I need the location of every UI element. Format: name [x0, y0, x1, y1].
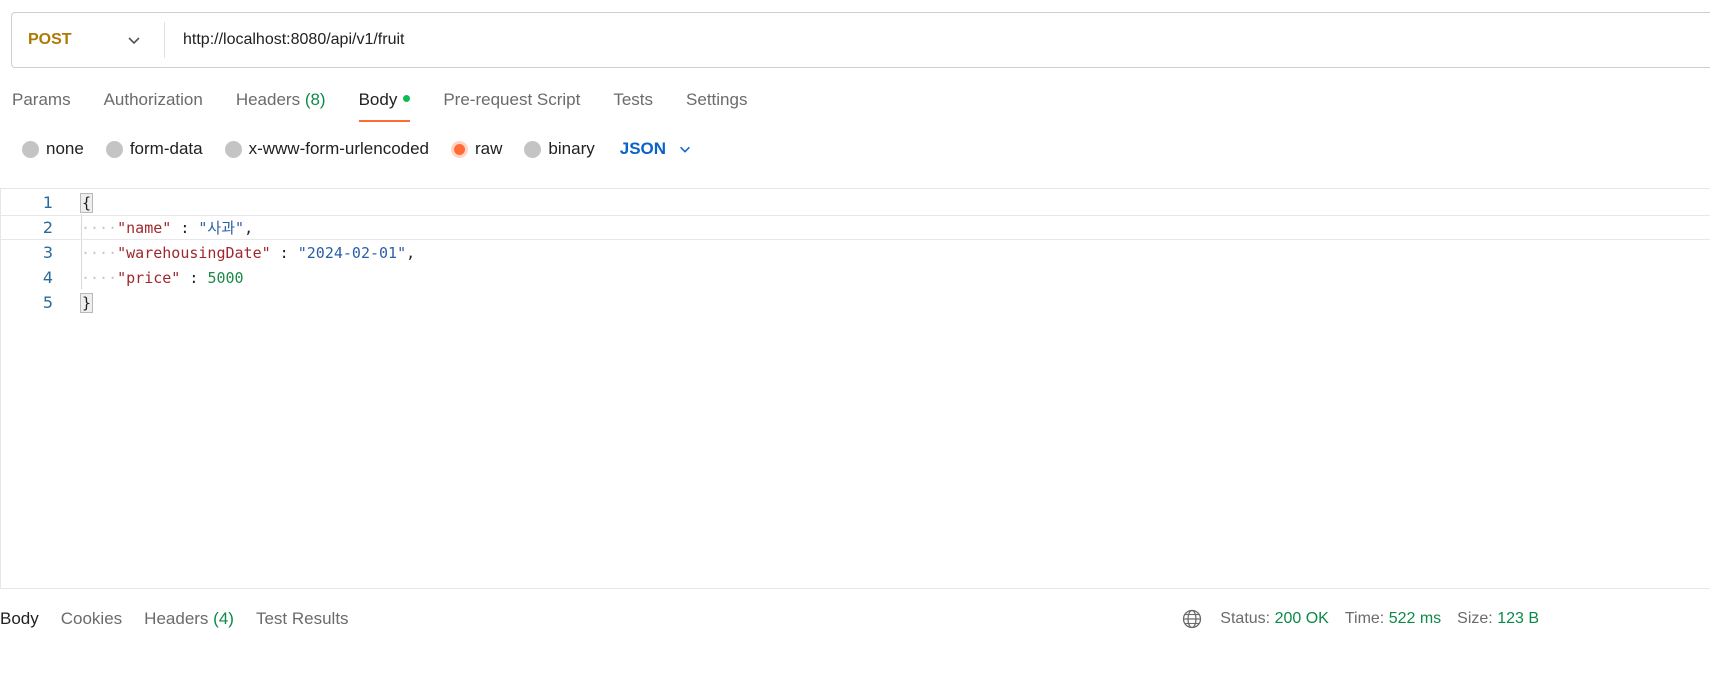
globe-icon[interactable] — [1182, 609, 1202, 629]
tab-settings[interactable]: Settings — [686, 86, 747, 122]
radio-label: form-data — [129, 139, 203, 158]
whitespace-markers: ···· — [81, 268, 118, 287]
tab-params[interactable]: Params — [12, 86, 71, 122]
editor-line: 2 ····"name" : "사과", — [1, 215, 1710, 240]
size-info[interactable]: Size: 123 B — [1457, 610, 1539, 628]
body-type-options: none form-data x-www-form-urlencoded raw… — [22, 137, 692, 161]
radio-circle-icon — [524, 140, 542, 158]
close-brace: } — [79, 292, 94, 313]
whitespace-markers: ···· — [81, 219, 118, 237]
time-info[interactable]: Time: 522 ms — [1345, 610, 1441, 628]
time-label: Time: — [1344, 610, 1385, 627]
size-value: 123 B — [1497, 610, 1539, 627]
radio-label: raw — [475, 139, 503, 158]
json-separator: : — [270, 243, 298, 262]
json-trail: , — [406, 243, 416, 262]
response-meta: Status: 200 OK Time: 522 ms Size: 123 B — [1182, 598, 1555, 640]
tab-label: Settings — [686, 90, 748, 109]
tab-label: Tests — [613, 90, 654, 109]
json-value: "사과" — [198, 219, 245, 237]
size-label: Size: — [1457, 610, 1493, 627]
method-select[interactable]: POST — [12, 13, 164, 67]
time-value: 522 ms — [1388, 610, 1442, 627]
response-headers-count: (4) — [213, 609, 234, 628]
tab-headers[interactable]: Headers (8) — [236, 86, 326, 122]
radio-form-data[interactable]: form-data — [105, 139, 203, 159]
response-tab-headers[interactable]: Headers (4) — [144, 609, 234, 629]
chevron-down-icon — [680, 146, 690, 153]
tab-label: Body — [358, 90, 398, 109]
line-number: 5 — [42, 293, 53, 312]
status-label: Status: — [1220, 610, 1271, 627]
radio-raw[interactable]: raw — [451, 139, 502, 159]
tab-label: Params — [12, 90, 71, 109]
line-code: ····"name" : "사과", — [81, 217, 253, 238]
radio-circle-icon — [22, 140, 39, 158]
editor-line: 5 } — [1, 290, 1710, 315]
radio-circle-icon — [105, 140, 123, 158]
json-key: "warehousingDate" — [117, 243, 271, 262]
status-info[interactable]: Status: 200 OK — [1220, 610, 1329, 628]
tab-label: Authorization — [103, 90, 203, 109]
chevron-down-icon — [128, 37, 140, 45]
tab-pre-request-script[interactable]: Pre-request Script — [443, 86, 580, 122]
line-code: } — [79, 292, 94, 313]
url-divider — [164, 22, 165, 58]
modified-dot-icon — [403, 95, 411, 103]
radio-label: binary — [548, 139, 595, 158]
line-number: 3 — [42, 243, 53, 262]
line-code: { — [79, 192, 94, 213]
response-tab-cookies[interactable]: Cookies — [61, 609, 122, 629]
language-select[interactable]: JSON — [620, 139, 692, 159]
response-tab-test-results[interactable]: Test Results — [256, 609, 349, 629]
open-brace: { — [79, 192, 94, 213]
method-label: POST — [28, 31, 72, 48]
request-url-bar: POST http://localhost:8080/api/v1/fruit — [11, 12, 1710, 68]
json-separator: : — [180, 268, 208, 287]
tab-body[interactable]: Body — [358, 86, 411, 122]
url-input[interactable]: http://localhost:8080/api/v1/fruit — [183, 13, 1583, 67]
json-value: 5000 — [207, 268, 244, 287]
line-code: ····"price" : 5000 — [81, 269, 244, 287]
radio-binary[interactable]: binary — [524, 139, 595, 159]
json-key: "name" — [117, 219, 172, 237]
tab-label: Pre-request Script — [443, 90, 581, 109]
json-key: "price" — [117, 268, 181, 287]
json-trail: , — [244, 219, 254, 237]
radio-label: none — [46, 139, 84, 158]
radio-circle-icon — [224, 140, 242, 158]
language-label: JSON — [619, 139, 667, 158]
radio-label: x-www-form-urlencoded — [248, 139, 430, 158]
line-number: 1 — [42, 193, 53, 212]
tab-label: Headers — [235, 90, 301, 109]
radio-selected-icon — [451, 140, 469, 158]
editor-line: 4 ····"price" : 5000 — [1, 265, 1710, 290]
tab-label: Headers — [144, 609, 209, 628]
tab-tests[interactable]: Tests — [613, 86, 653, 122]
line-number: 2 — [42, 218, 53, 237]
status-value: 200 OK — [1274, 610, 1329, 627]
whitespace-markers: ···· — [81, 243, 118, 262]
line-number: 4 — [42, 268, 53, 287]
radio-x-www-form-urlencoded[interactable]: x-www-form-urlencoded — [224, 139, 430, 159]
response-tab-body[interactable]: Body — [0, 609, 39, 629]
code-editor[interactable]: 1 { 2 ····"name" : "사과", 3 ····"warehous… — [0, 188, 1710, 589]
json-value: "2024-02-01" — [297, 243, 407, 262]
tab-authorization[interactable]: Authorization — [104, 86, 203, 122]
request-tabs: Params Authorization Headers (8) Body Pr… — [12, 86, 780, 126]
editor-line: 3 ····"warehousingDate" : "2024-02-01", — [1, 240, 1710, 265]
editor-line: 1 { — [1, 190, 1710, 215]
radio-none[interactable]: none — [22, 139, 84, 159]
json-separator: : — [171, 219, 199, 237]
headers-count: (8) — [304, 90, 326, 109]
response-bar: Body Cookies Headers (4) Test Results St… — [0, 598, 1710, 640]
line-code: ····"warehousingDate" : "2024-02-01", — [81, 244, 415, 262]
